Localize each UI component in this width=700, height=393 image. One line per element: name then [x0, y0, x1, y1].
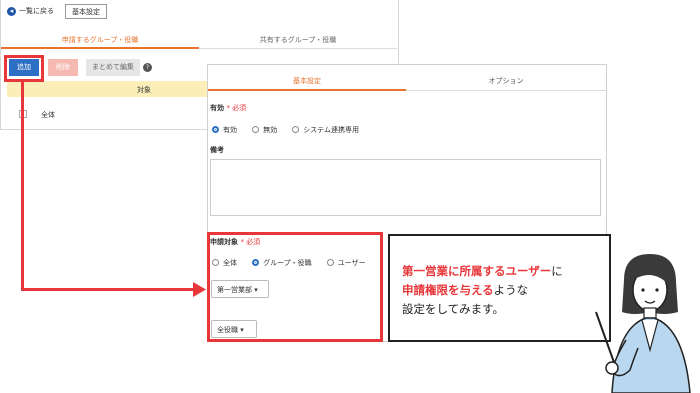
valid-radio-group: 有効 無効 システム連携専用 [212, 118, 369, 137]
bulk-edit-button[interactable]: まとめて編集 [86, 59, 140, 76]
radio-valid[interactable]: 有効 [212, 125, 237, 135]
back-arrow-icon: ◂ [7, 6, 16, 16]
help-icon[interactable]: ? [143, 63, 152, 72]
radio-icon [292, 126, 300, 133]
basic-settings-button[interactable]: 基本設定 [65, 4, 107, 19]
back-tabs: 申請するグループ・役職 共有するグループ・役職 [1, 35, 400, 49]
table-row-value: 全体 [41, 111, 55, 119]
arrow-horizontal [21, 288, 197, 291]
callout-text: 第一営業に所属するユーザーに 申請権限を与えるような 設定をしてみます。 [402, 264, 563, 316]
valid-field-label: 有効 * 必須 [210, 104, 247, 112]
arrow-head-icon [193, 282, 206, 297]
tab-options[interactable]: オプション [406, 73, 606, 91]
radio-icon [252, 126, 260, 133]
back-link-label: 一覧に戻る [19, 7, 54, 15]
delete-button[interactable]: 削除 [48, 59, 78, 76]
explanation-callout: 第一営業に所属するユーザーに 申請権限を与えるような 設定をしてみます。 [388, 234, 611, 342]
arrow-vertical [21, 82, 24, 290]
presenter-illustration [595, 254, 691, 393]
target-section-highlight [207, 232, 383, 342]
radio-selected-icon [212, 126, 219, 133]
column-target: 対象 [137, 86, 151, 94]
tab-apply-groups[interactable]: 申請するグループ・役職 [1, 35, 199, 49]
notes-textarea[interactable] [210, 159, 601, 216]
required-mark: * 必須 [226, 104, 247, 112]
radio-system-only[interactable]: システム連携専用 [292, 125, 359, 135]
tab-share-groups[interactable]: 共有するグループ・役職 [199, 35, 397, 49]
add-button-highlight [4, 55, 44, 82]
radio-invalid[interactable]: 無効 [252, 125, 277, 135]
notes-label: 備考 [210, 146, 224, 154]
back-link[interactable]: ◂ 一覧に戻る [7, 6, 54, 16]
tab-basic-settings[interactable]: 基本設定 [208, 73, 406, 91]
